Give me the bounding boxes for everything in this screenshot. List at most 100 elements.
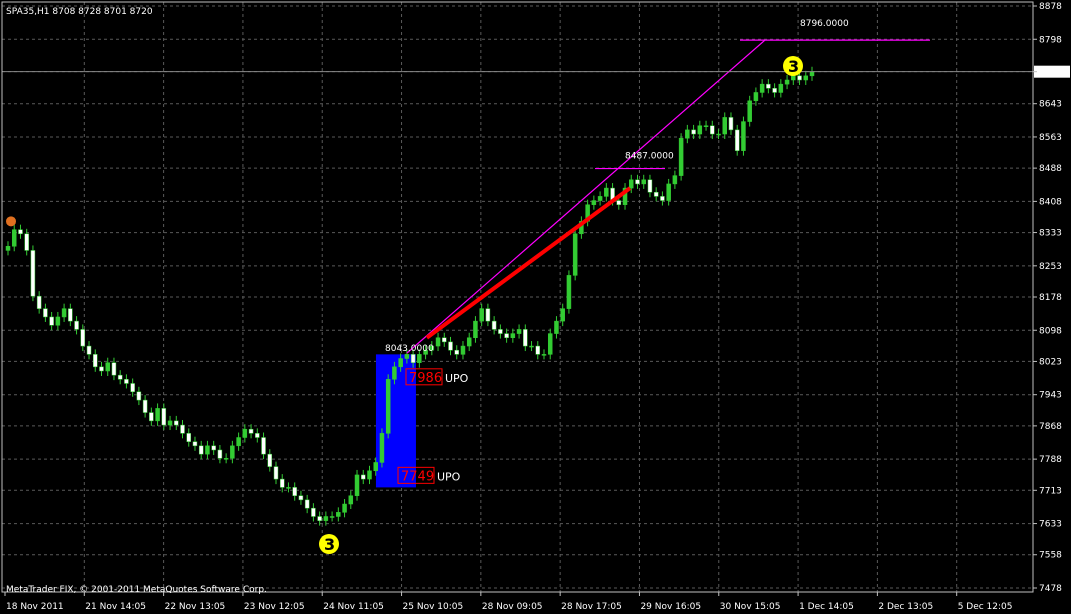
x-tick-label: 23 Nov 12:05: [244, 602, 305, 612]
candle-body: [155, 408, 160, 422]
candle-body: [435, 337, 441, 347]
chart-title: SPA35,H1 8708 8728 8701 8720: [6, 7, 153, 17]
candle-body: [809, 71, 815, 77]
candle-body: [49, 316, 54, 326]
candle-body: [230, 445, 235, 459]
candle-body: [454, 349, 459, 355]
candle-body: [728, 117, 734, 131]
candle-body: [36, 295, 42, 309]
candle-body: [442, 337, 447, 343]
y-tick-label: 8408: [1039, 197, 1062, 207]
candle-body: [311, 507, 316, 517]
candle-body: [211, 445, 216, 451]
y-tick-label: 8488: [1039, 164, 1062, 174]
candle-body: [5, 246, 11, 251]
candle-body: [80, 329, 86, 347]
candle-body: [354, 474, 360, 496]
x-tick-label: 1 Dec 14:05: [799, 602, 854, 612]
candle-body: [697, 125, 703, 135]
candle-body: [323, 516, 329, 521]
candle-body: [710, 125, 715, 135]
candle-body: [541, 354, 547, 356]
candle-body: [791, 75, 796, 81]
candle-body: [460, 345, 466, 355]
candle-body: [161, 408, 167, 426]
candle-body: [361, 474, 366, 480]
candle-body: [186, 433, 191, 442]
candle-body: [778, 83, 784, 93]
candle-body: [510, 333, 516, 338]
x-tick-label: 28 Nov 09:05: [482, 602, 543, 612]
y-tick-label: 8253: [1039, 262, 1062, 272]
y-tick-label: 8720: [1039, 68, 1062, 78]
candle-body: [61, 308, 67, 318]
candle-body: [410, 354, 416, 363]
candle-body: [417, 354, 422, 363]
candle-body: [348, 495, 354, 505]
candle-body: [491, 320, 497, 330]
candle-body: [142, 399, 148, 413]
candle-body: [373, 462, 378, 472]
y-tick-label: 8643: [1039, 100, 1062, 110]
x-tick-label: 21 Nov 14:05: [85, 602, 146, 612]
candle-body: [734, 129, 740, 151]
candle-body: [747, 100, 752, 122]
candle-body: [24, 233, 29, 251]
candle-body: [255, 433, 260, 438]
candle-body: [149, 412, 154, 422]
candle-body: [629, 179, 634, 189]
candle-body: [772, 88, 777, 93]
candle-body: [691, 129, 696, 135]
y-tick-label: 7633: [1039, 520, 1062, 530]
candle-body: [329, 516, 335, 518]
candle-body: [298, 495, 304, 501]
x-tick-label: 5 Dec 12:05: [958, 602, 1013, 612]
candle-body: [504, 333, 509, 338]
x-tick-label: 2 Dec 13:05: [878, 602, 933, 612]
candle-body: [367, 470, 372, 480]
candle-body: [242, 428, 248, 438]
candle-body: [93, 354, 98, 368]
candle-body: [448, 341, 453, 351]
candle-body: [759, 83, 765, 93]
candle-body: [99, 366, 104, 372]
candle-body: [803, 75, 809, 81]
candle-body: [248, 428, 254, 434]
candle-body: [597, 196, 603, 201]
wave-label: 3: [788, 57, 799, 76]
y-tick-label: 8563: [1039, 133, 1062, 143]
candle-body: [703, 125, 709, 127]
candle-body: [286, 487, 291, 489]
candle-body: [379, 433, 385, 463]
candle-body: [174, 420, 179, 426]
candle-body: [136, 391, 142, 401]
candle-body: [641, 179, 646, 185]
candle-body: [797, 75, 802, 81]
level-label: 8796.0000: [800, 19, 849, 29]
y-tick-label: 7558: [1039, 551, 1062, 561]
pattern-price: 7749: [401, 469, 434, 484]
candle-body: [566, 275, 572, 309]
price-chart[interactable]: 8796.00008487.00008043.00007986 UPO7749 UP…: [0, 0, 1071, 614]
candle-body: [292, 487, 297, 496]
candle-body: [666, 183, 671, 201]
copyright-text: MetaTrader FIX, © 2001-2011 MetaQuotes S…: [6, 585, 267, 595]
candle-body: [180, 424, 185, 434]
candle-body: [74, 320, 79, 330]
candle-body: [473, 320, 478, 338]
candle-body: [43, 308, 48, 318]
pattern-tag: UPO: [437, 470, 461, 483]
y-tick-label: 8098: [1039, 326, 1062, 336]
wave-label: 3: [324, 535, 335, 554]
candle-body: [124, 379, 129, 384]
level-label: 8487.0000: [625, 152, 674, 162]
y-tick-label: 8178: [1039, 293, 1062, 303]
candle-body: [766, 83, 771, 89]
candle-body: [678, 137, 684, 176]
y-tick-label: 7713: [1039, 486, 1062, 496]
candle-body: [30, 250, 36, 297]
pattern-tag: UPO: [445, 372, 469, 385]
candle-body: [479, 308, 484, 322]
candle-body: [554, 320, 559, 334]
x-tick-label: 25 Nov 10:05: [403, 602, 464, 612]
